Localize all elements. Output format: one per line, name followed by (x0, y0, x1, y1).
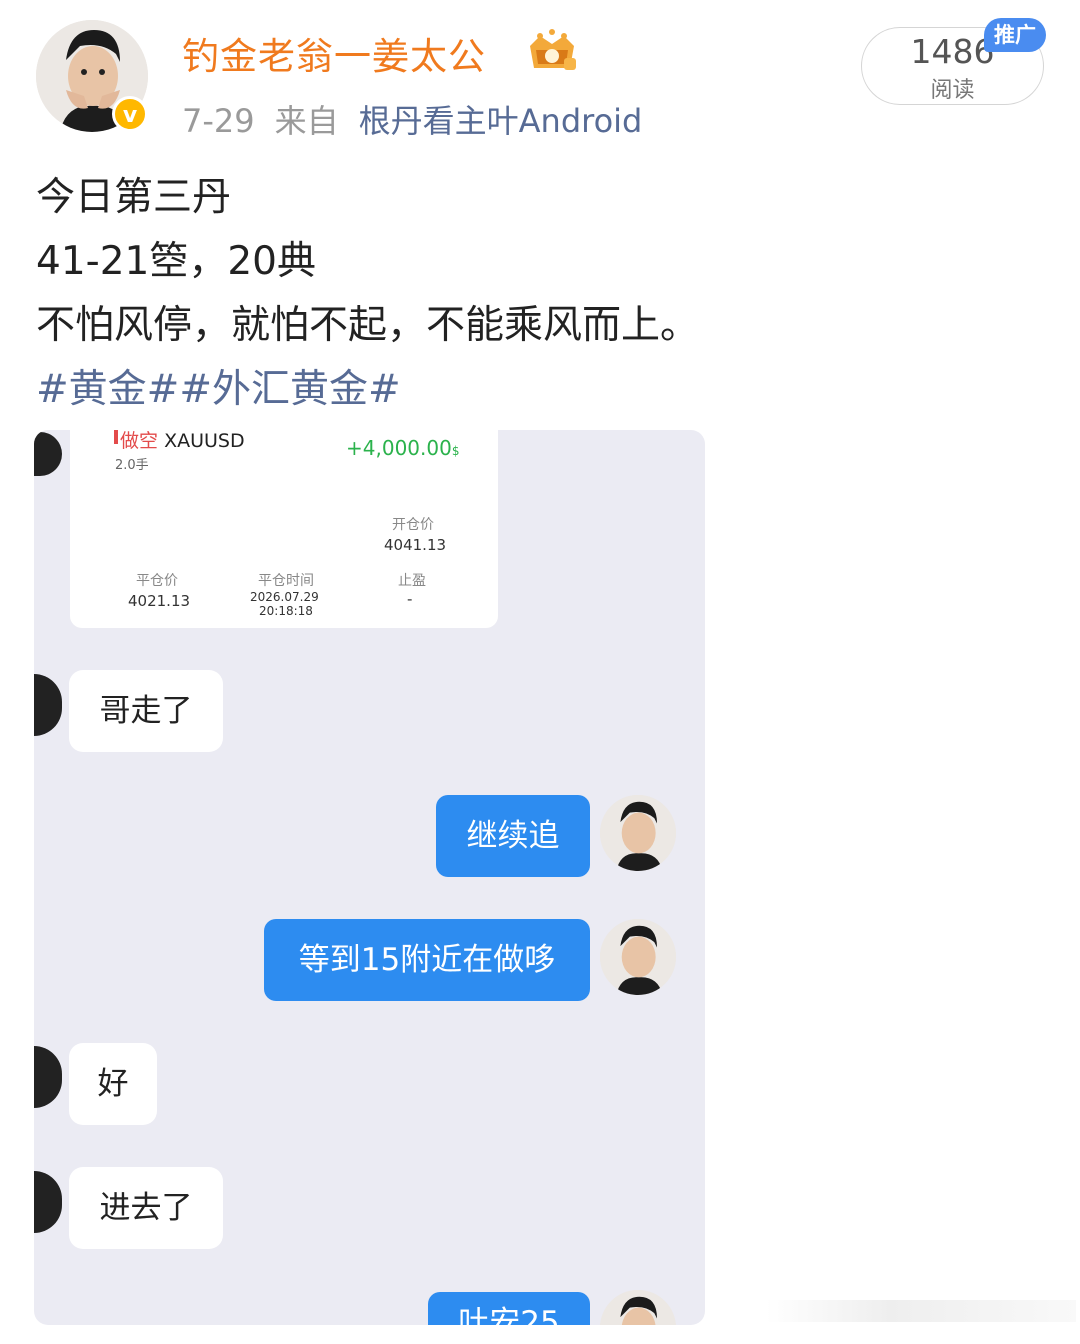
post-line-1: 今日第三丹 (36, 175, 232, 220)
trade-card: 做空 XAUUSD 2.0手 +4,000.00$ 开仓价 4041.13 平仓… (70, 430, 498, 628)
post-line-2: 41-21箜，20典 (36, 239, 316, 284)
peer-avatar (34, 432, 62, 476)
post-date: 7-29 (182, 102, 255, 140)
take-profit-label: 止盈 (398, 573, 426, 589)
peer-avatar (34, 1046, 62, 1108)
trade-lots: 2.0手 (115, 458, 149, 473)
open-price: 4041.13 (384, 536, 447, 554)
verified-badge-icon: v (112, 96, 148, 132)
my-avatar (600, 919, 676, 995)
open-price-label: 开仓价 (392, 517, 434, 533)
post-hashtags[interactable]: #黄金##外汇黄金# (36, 358, 401, 414)
trade-header: 做空 XAUUSD (112, 430, 245, 453)
trade-direction: 做空 (120, 430, 159, 452)
post-line-3: 不怕风停，就怕不起，不能乘风而上。 (36, 303, 700, 348)
trade-symbol: XAUUSD (164, 430, 245, 452)
avatar-illustration (600, 795, 676, 871)
trade-profit-value: +4,000.00 (346, 436, 452, 460)
trade-profit-unit: $ (451, 444, 460, 458)
peer-avatar (34, 1171, 62, 1233)
from-label: 来自 (274, 102, 339, 140)
avatar-illustration (600, 1290, 676, 1325)
close-time-label: 平仓时间 (258, 573, 314, 589)
promo-badge[interactable]: 推广 (984, 18, 1046, 52)
my-avatar (600, 1290, 676, 1325)
chat-screenshot[interactable]: 做空 XAUUSD 2.0手 +4,000.00$ 开仓价 4041.13 平仓… (34, 430, 705, 1325)
chat-bubble-left: 哥走了 (69, 670, 223, 752)
close-date: 2026.07.29 (250, 590, 319, 604)
chat-bubble-right: 吐安25 (428, 1292, 590, 1325)
reads-label: 阅读 (930, 78, 975, 103)
trade-profit: +4,000.00$ (346, 436, 459, 460)
close-price: 4021.13 (128, 592, 191, 610)
chat-bubble-right: 继续追 (436, 795, 590, 877)
close-time: 20:18:18 (259, 604, 313, 618)
chat-bubble-left: 好 (69, 1043, 157, 1125)
author-name[interactable]: 钓金老翁一姜太公 (182, 26, 486, 80)
my-avatar (600, 795, 676, 871)
post-source[interactable]: 根丹看主叶Android (359, 102, 643, 140)
take-profit: - (407, 590, 413, 608)
chat-bubble-right: 等到15附近在做哆 (264, 919, 590, 1001)
close-price-label: 平仓价 (136, 573, 178, 589)
post-meta: 7-29 来自 根丹看主叶Android (182, 96, 662, 142)
chat-bubble-left: 进去了 (69, 1167, 223, 1249)
avatar-illustration (600, 919, 676, 995)
crown-icon (524, 28, 580, 74)
peer-avatar (34, 674, 62, 736)
divider (766, 1300, 1076, 1322)
